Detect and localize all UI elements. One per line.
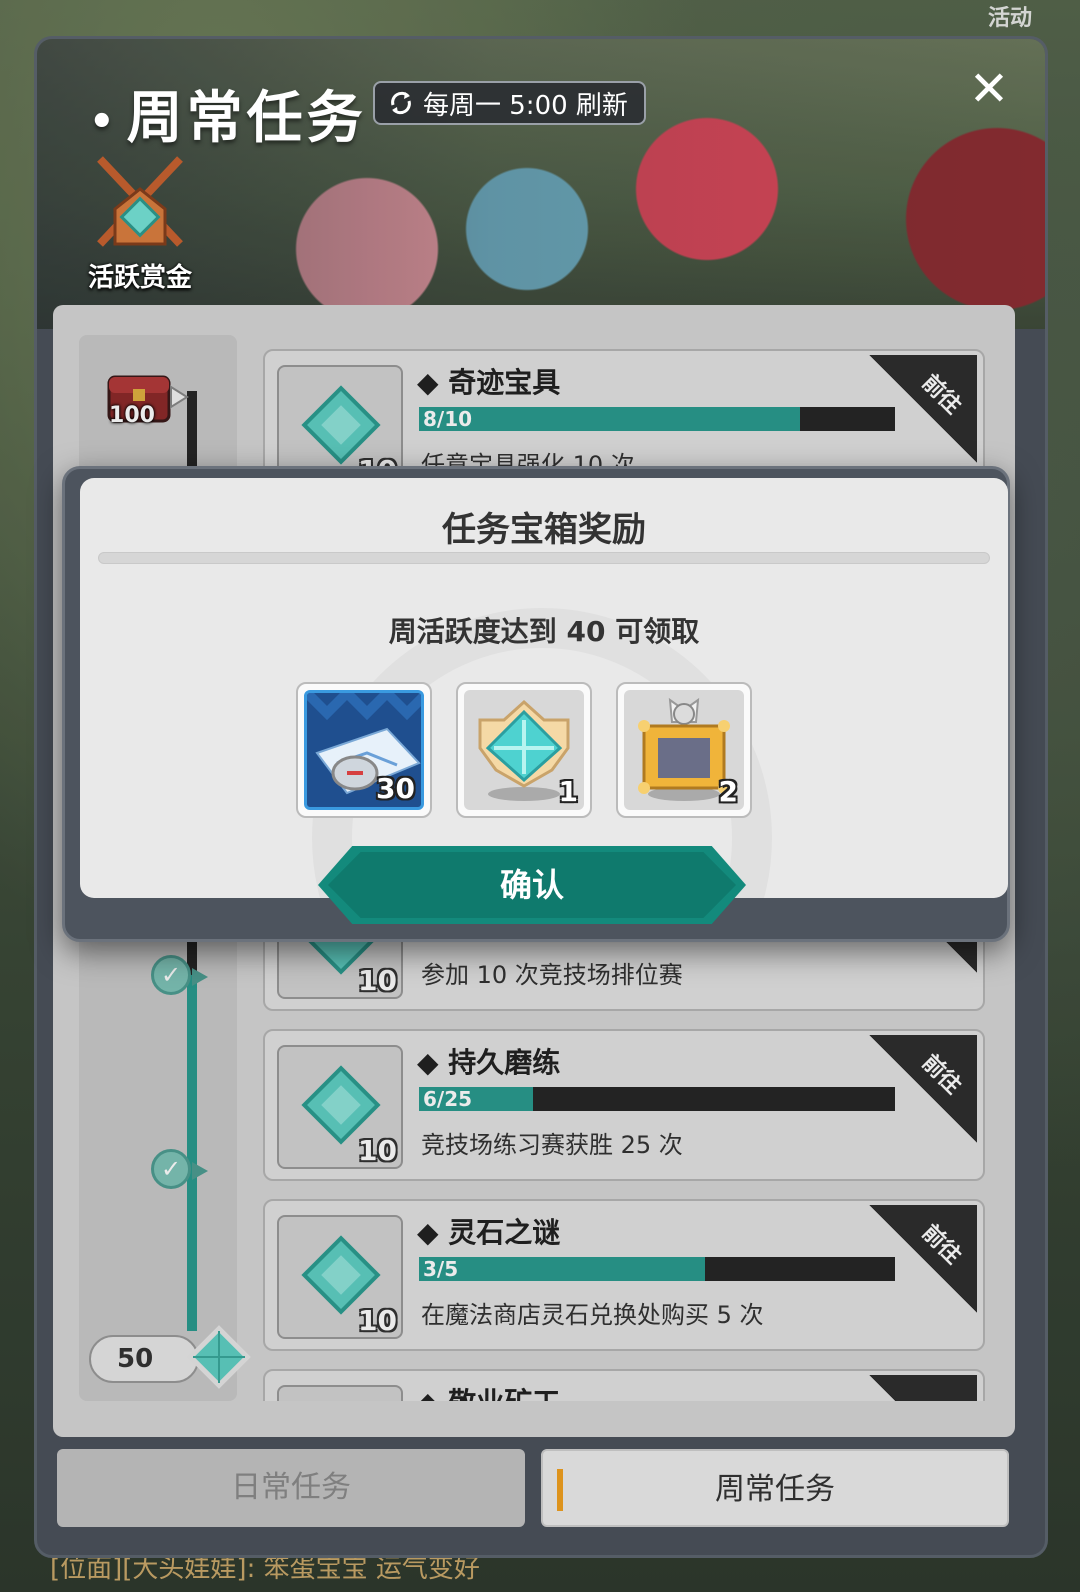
- refresh-badge: 每周一 5:00 刷新: [373, 81, 646, 125]
- close-button[interactable]: ✕: [965, 65, 1013, 115]
- reward-qty: 30: [376, 772, 415, 805]
- reward-qty: 1: [558, 775, 578, 808]
- reward-item-map[interactable]: 30: [296, 682, 432, 818]
- bounty-button[interactable]: 活跃赏金: [75, 149, 205, 294]
- refresh-text: 每周一 5:00 刷新: [423, 90, 628, 121]
- reward-icon-bg: 2: [624, 690, 744, 810]
- title-text: 周常任务: [126, 86, 367, 151]
- modal-divider: [98, 552, 990, 564]
- confirm-label: 确认: [499, 866, 564, 904]
- reward-item-frame[interactable]: 2: [616, 682, 752, 818]
- reward-icon-bg: 1: [464, 690, 584, 810]
- reward-modal: 任务宝箱奖励 周活跃度达到 40 可领取 30 1 2: [80, 478, 1008, 898]
- reward-icon-bg: 30: [304, 690, 424, 810]
- modal-title: 任务宝箱奖励: [442, 510, 646, 550]
- modal-subtitle: 周活跃度达到 40 可领取: [388, 615, 700, 648]
- bounty-label: 活跃赏金: [87, 263, 192, 293]
- reward-qty: 2: [718, 775, 738, 808]
- refresh-icon: [391, 91, 411, 115]
- page-title: • 周常任务: [89, 86, 367, 151]
- reward-item-crystal[interactable]: 1: [456, 682, 592, 818]
- close-icon: ✕: [968, 61, 1010, 117]
- bounty-emblem-icon: [97, 156, 183, 247]
- confirm-button[interactable]: 确认: [318, 846, 746, 924]
